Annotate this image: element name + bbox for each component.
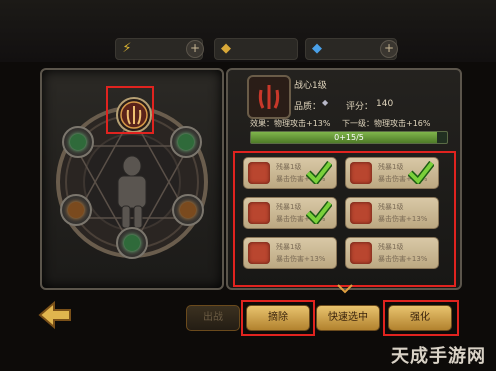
checkmark-icon xyxy=(306,160,332,184)
rune-slot-bottom[interactable] xyxy=(116,227,148,259)
card-title: 残暴1级 xyxy=(378,243,404,251)
add-energy-button[interactable]: + xyxy=(186,40,204,58)
remove-button-highlight xyxy=(241,300,315,336)
material-card[interactable]: 残暴1级暴击伤害+13% xyxy=(345,197,439,229)
energy-resource: ⚡ + xyxy=(115,38,204,60)
card-title: 残暴1级 xyxy=(378,163,404,171)
card-title: 残暴1级 xyxy=(276,203,302,211)
warrior-skill-icon xyxy=(258,85,280,109)
rune-emblem-icon xyxy=(350,242,372,264)
expand-down-icon xyxy=(337,284,353,294)
selected-rune-highlight xyxy=(106,86,154,134)
material-card[interactable]: 残暴1级 暴击伤害+13% xyxy=(345,157,439,189)
rune-slot-lower-right[interactable] xyxy=(172,194,204,226)
card-title: 残暴1级 xyxy=(378,203,404,211)
card-desc: 暴击伤害+13% xyxy=(378,255,428,263)
score-value: 140 xyxy=(376,99,394,109)
rune-emblem-icon xyxy=(350,202,372,224)
watermark-text: 天成手游网 xyxy=(391,346,486,367)
effect-label: 效果： xyxy=(250,119,274,128)
quality-label: 品质： xyxy=(294,102,322,112)
rune-slot-upper-right[interactable] xyxy=(170,126,202,158)
score-label: 评分： xyxy=(346,102,374,112)
next-level-label: 下一级： xyxy=(342,119,374,128)
progress-text: 0+15/5 xyxy=(334,133,364,142)
deploy-button[interactable]: 出战 xyxy=(186,305,240,331)
gold-icon: ◆ xyxy=(221,41,231,56)
card-title: 残暴1级 xyxy=(276,163,302,171)
rune-slot-lower-left[interactable] xyxy=(60,194,92,226)
card-desc: 暴击伤害+13% xyxy=(276,255,326,263)
add-gem-button[interactable]: + xyxy=(380,40,398,58)
quick-select-button[interactable]: 快速选中 xyxy=(316,305,380,331)
card-desc: 暴击伤害+13% xyxy=(378,215,428,223)
gold-resource: ◆ xyxy=(214,38,298,60)
skill-name: 战心1级 xyxy=(294,81,327,91)
material-card[interactable]: 残暴1级暴击伤害+13% xyxy=(345,237,439,269)
next-level-value: 物理攻击+16% xyxy=(374,119,431,128)
enhance-button-highlight xyxy=(383,300,459,336)
checkmark-icon xyxy=(306,200,332,224)
top-resource-bar: ⚡ + ◆ ◆ + xyxy=(0,0,496,62)
checkmark-icon xyxy=(408,160,434,184)
back-arrow-icon[interactable] xyxy=(36,300,74,330)
rune-emblem-icon xyxy=(350,162,372,184)
gem-icon: ◆ xyxy=(312,41,322,56)
skill-icon-frame xyxy=(247,75,291,119)
lightning-icon: ⚡ xyxy=(122,41,132,56)
gem-resource: ◆ + xyxy=(305,38,398,60)
rune-slot-upper-left[interactable] xyxy=(62,126,94,158)
material-card[interactable]: 残暴1级暴击伤害+13% xyxy=(243,237,337,269)
material-card[interactable]: 残暴1级 暴击伤害+13% xyxy=(243,157,337,189)
rune-emblem-icon xyxy=(248,162,270,184)
effect-value: 物理攻击+13% xyxy=(274,119,331,128)
material-card[interactable]: 残暴1级 暴击伤害+13% xyxy=(243,197,337,229)
rune-emblem-icon xyxy=(248,242,270,264)
quality-gem-icon: ◆ xyxy=(322,98,329,107)
rune-emblem-icon xyxy=(248,202,270,224)
upgrade-progress-bar: 0+15/5 xyxy=(250,131,448,144)
card-title: 残暴1级 xyxy=(276,243,302,251)
